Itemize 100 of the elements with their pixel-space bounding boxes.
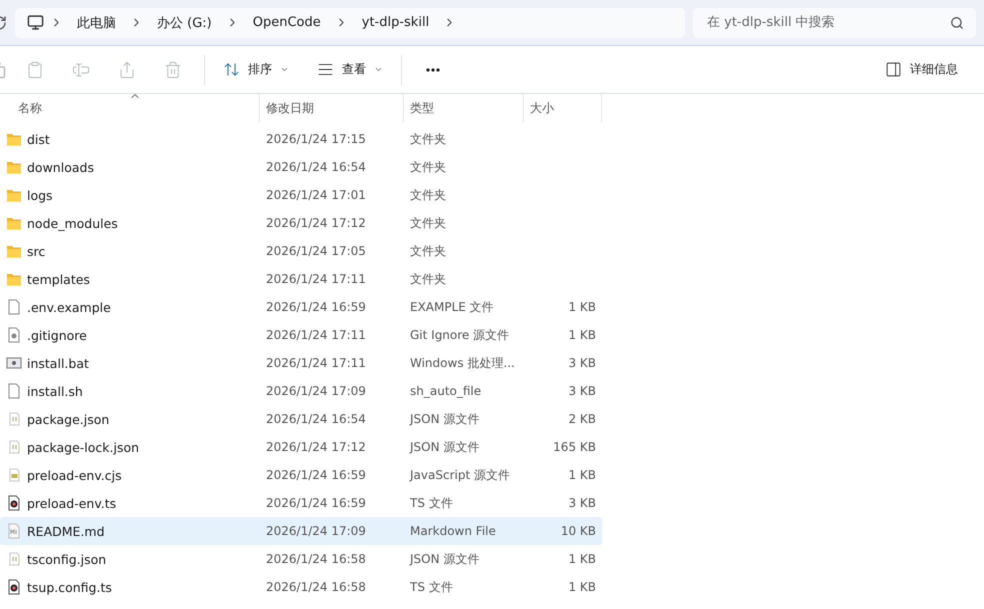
file-row[interactable]: package.json 2026/1/24 16:54 JSON 源文件 2 KB — [0, 405, 602, 433]
sort-arrows-icon — [223, 61, 240, 78]
file-name: install.bat — [27, 356, 89, 370]
file-type: 文件夹 — [409, 214, 447, 232]
folder-icon — [6, 243, 22, 259]
modified-date: 2026/1/24 17:11 — [265, 328, 367, 342]
breadcrumb-item[interactable]: 此电脑 — [69, 14, 124, 32]
batch-file-icon — [6, 355, 22, 371]
file-row[interactable]: dist 2026/1/24 17:15 文件夹 — [0, 125, 602, 153]
file-size: 1 KB — [567, 328, 597, 342]
file-type: 文件夹 — [409, 158, 447, 176]
file-type: 文件夹 — [409, 270, 447, 288]
file-type: sh_auto_file — [409, 384, 482, 398]
media-file-icon — [6, 495, 22, 511]
file-row[interactable]: tsup.config.ts 2026/1/24 16:58 TS 文件 1 KB — [0, 573, 602, 601]
modified-date: 2026/1/24 16:58 — [265, 552, 367, 566]
file-name: dist — [27, 132, 50, 146]
file-row[interactable]: preload-env.cjs 2026/1/24 16:59 JavaScript 源文件 1 KB — [0, 461, 602, 489]
file-row[interactable]: .gitignore 2026/1/24 17:11 Git Ignore 源文件 1 KB — [0, 321, 602, 349]
file-size: 2 KB — [567, 412, 597, 426]
modified-date: 2026/1/24 17:05 — [265, 244, 367, 258]
file-icon — [6, 299, 22, 315]
file-icon — [6, 383, 22, 399]
file-row[interactable]: install.sh 2026/1/24 17:09 sh_auto_file 3 KB — [0, 377, 602, 405]
file-name: .env.example — [27, 300, 111, 314]
file-type: JSON 源文件 — [408, 410, 480, 428]
file-name: logs — [27, 188, 53, 202]
view-button[interactable]: 查看 — [307, 52, 393, 86]
details-button[interactable]: 详细信息 — [875, 52, 968, 86]
paste-icon — [26, 60, 44, 78]
delete-icon — [164, 60, 182, 78]
folder-icon — [6, 271, 22, 287]
modified-date: 2026/1/24 16:59 — [265, 468, 367, 482]
file-row[interactable]: preload-env.ts 2026/1/24 16:59 TS 文件 3 KB — [0, 489, 602, 517]
modified-date: 2026/1/24 16:54 — [265, 412, 367, 426]
file-type: Markdown File — [409, 524, 497, 538]
file-name: preload-env.cjs — [27, 468, 122, 482]
file-row[interactable]: README.md 2026/1/24 17:09 Markdown File 10 KB — [0, 517, 602, 545]
file-name: preload-env.ts — [27, 496, 116, 510]
media-file-icon — [6, 579, 22, 595]
breadcrumb-item[interactable]: 办公 (G:) — [149, 14, 220, 32]
file-size: 1 KB — [567, 468, 597, 482]
file-name: package.json — [27, 412, 110, 426]
panel-icon — [885, 61, 902, 78]
file-row[interactable]: install.bat 2026/1/24 17:11 Windows 批处理... 3 KB — [0, 349, 602, 377]
file-size: 1 KB — [567, 552, 597, 566]
file-size: 3 KB — [567, 496, 597, 510]
modified-date: 2026/1/24 16:59 — [265, 300, 367, 314]
file-size: 10 KB — [560, 524, 597, 538]
sort-button[interactable]: 排序 — [213, 52, 299, 86]
column-header[interactable]: 名称 — [18, 100, 42, 116]
modified-date: 2026/1/24 16:58 — [265, 580, 367, 594]
file-name: install.sh — [27, 384, 83, 398]
folder-icon — [6, 215, 22, 231]
modified-date: 2026/1/24 17:15 — [265, 132, 367, 146]
modified-date: 2026/1/24 17:12 — [265, 440, 367, 454]
file-row[interactable]: tsconfig.json 2026/1/24 16:58 JSON 源文件 1 KB — [0, 545, 602, 573]
file-row[interactable]: src 2026/1/24 17:05 文件夹 — [0, 237, 602, 265]
file-type: 文件夹 — [409, 186, 447, 204]
file-row[interactable]: downloads 2026/1/24 16:54 文件夹 — [0, 153, 602, 181]
file-size: 3 KB — [567, 356, 597, 370]
folder-icon — [6, 131, 22, 147]
column-header[interactable]: 大小 — [530, 100, 554, 116]
file-row[interactable]: templates 2026/1/24 17:11 文件夹 — [0, 265, 602, 293]
file-type: 文件夹 — [409, 242, 447, 260]
file-name: src — [27, 244, 46, 258]
file-name: downloads — [27, 160, 94, 174]
search-icon — [950, 16, 964, 30]
file-type: Git Ignore 源文件 — [409, 326, 510, 344]
file-row[interactable]: node_modules 2026/1/24 17:12 文件夹 — [0, 209, 602, 237]
computer-icon[interactable] — [27, 14, 44, 31]
column-header[interactable]: 修改日期 — [266, 100, 314, 116]
modified-date: 2026/1/24 17:11 — [265, 272, 367, 286]
file-size: 165 KB — [552, 440, 597, 454]
markdown-file-icon — [6, 523, 22, 539]
file-type: Windows 批处理... — [409, 354, 516, 372]
file-type: JSON 源文件 — [408, 550, 480, 568]
modified-date: 2026/1/24 17:01 — [265, 188, 367, 202]
more-icon — [426, 68, 440, 72]
breadcrumb-item[interactable]: yt-dlp-skill — [354, 15, 438, 30]
file-type: TS 文件 — [409, 578, 454, 596]
folder-icon — [6, 159, 22, 175]
modified-date: 2026/1/24 16:54 — [265, 160, 367, 174]
breadcrumb-item[interactable]: OpenCode — [244, 15, 329, 30]
caret-icon — [280, 65, 289, 74]
rename-icon — [72, 60, 90, 78]
share-icon — [118, 60, 136, 78]
file-type: JavaScript 源文件 — [408, 466, 511, 484]
file-name: templates — [27, 272, 90, 286]
modified-date: 2026/1/24 17:09 — [265, 524, 367, 538]
lines-icon — [317, 61, 334, 78]
file-row[interactable]: logs 2026/1/24 17:01 文件夹 — [0, 181, 602, 209]
file-type: TS 文件 — [409, 494, 454, 512]
file-row[interactable]: .env.example 2026/1/24 16:59 EXAMPLE 文件 1 KB — [0, 293, 602, 321]
modified-date: 2026/1/24 17:11 — [265, 356, 367, 370]
modified-date: 2026/1/24 16:59 — [265, 496, 367, 510]
modified-date: 2026/1/24 17:09 — [265, 384, 367, 398]
column-header[interactable]: 类型 — [410, 100, 434, 116]
file-row[interactable]: package-lock.json 2026/1/24 17:12 JSON 源文件 165 KB — [0, 433, 602, 461]
file-type: 文件夹 — [409, 130, 447, 148]
